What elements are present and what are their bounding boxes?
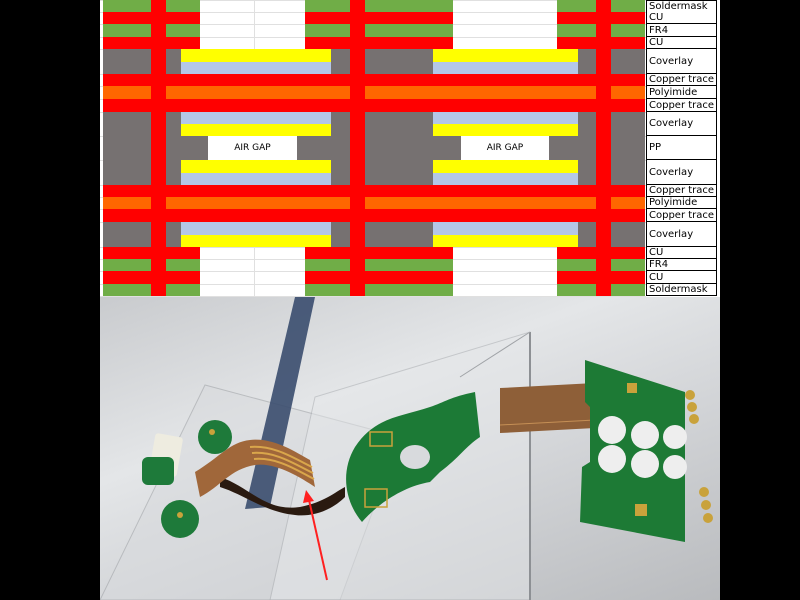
gold-via-pad [687, 402, 697, 412]
layer-label: PP [646, 136, 717, 160]
gold-pad [209, 429, 215, 435]
coverlay-adhesive [433, 49, 578, 62]
gold-via-pad [701, 500, 711, 510]
gold-via-pad [689, 414, 699, 424]
layer-label: Copper trace [646, 185, 717, 197]
coverlay-adhesive [181, 49, 331, 62]
pcb-round-bottom [161, 500, 199, 538]
coverlay-adhesive [181, 124, 331, 136]
layer-label: FR4 [646, 24, 717, 37]
ic-pad [635, 504, 647, 516]
capacitor-footprint [663, 455, 687, 479]
capacitor-footprint [598, 416, 626, 444]
layer-fr4 [305, 259, 453, 271]
coverlay-film [181, 173, 331, 185]
layer-soldermask [305, 0, 453, 12]
plated-via [151, 0, 166, 296]
layer-label: Coverlay [646, 160, 717, 185]
ic-pad [627, 383, 637, 393]
layer-label: Polyimide [646, 197, 717, 209]
layer-polyimide [103, 86, 645, 99]
layer-label: Polyimide [646, 86, 717, 99]
layer-cu [305, 271, 453, 284]
rigid-flex-pcb-photo [100, 297, 720, 600]
plated-via [350, 0, 365, 296]
layer-label: CU [646, 37, 717, 49]
coverlay-film [433, 173, 578, 185]
capacitor-footprint [663, 425, 687, 449]
gold-pad [177, 512, 183, 518]
plated-via [596, 0, 611, 296]
photo-illustration [100, 297, 713, 600]
layer-soldermask [305, 284, 453, 296]
coverlay-adhesive [433, 160, 578, 173]
layer-label: Copper trace [646, 99, 717, 112]
layer-label: Copper trace [646, 209, 717, 222]
layer-rigid-prepreg [305, 136, 453, 160]
layer-copper-trace [103, 99, 645, 112]
layer-label: Coverlay [646, 112, 717, 136]
gold-via-pad [703, 513, 713, 523]
pcb-central-hole [400, 445, 430, 469]
layer-copper-trace [103, 185, 645, 197]
layer-label: Coverlay [646, 49, 717, 74]
capacitor-footprint [631, 421, 659, 449]
gold-via-pad [699, 487, 709, 497]
coverlay-film [433, 112, 578, 124]
air-gap: AIR GAP [208, 136, 297, 160]
layer-fr4 [305, 24, 453, 37]
layer-label: Copper trace [646, 74, 717, 86]
coverlay-film [433, 62, 578, 74]
coverlay-adhesive [181, 160, 331, 173]
gold-via-pad [685, 390, 695, 400]
coverlay-film [181, 112, 331, 124]
coverlay-film [181, 222, 331, 235]
air-gap: AIR GAP [461, 136, 549, 160]
stackup-diagram: AIR GAP AIR GAP [100, 0, 720, 297]
layer-label: Soldermask [646, 284, 717, 296]
layer-cu [305, 247, 453, 259]
layer-label: CU [646, 247, 717, 259]
layer-label: Coverlay [646, 222, 717, 247]
coverlay-film [181, 62, 331, 74]
coverlay-adhesive [433, 124, 578, 136]
coverlay-adhesive [181, 235, 331, 247]
capacitor-footprint [631, 450, 659, 478]
layer-label: CU [646, 271, 717, 284]
capacitor-footprint [598, 445, 626, 473]
pcb-round-top [198, 420, 232, 454]
pcb-small-green [142, 457, 174, 485]
coverlay-adhesive [433, 235, 578, 247]
layer-polyimide [103, 197, 645, 209]
layer-cu [305, 37, 453, 49]
layer-copper-trace [103, 74, 645, 86]
layer-label: CU [646, 12, 717, 24]
flex-cable-right [500, 383, 595, 434]
coverlay-film [433, 222, 578, 235]
layer-copper-trace [103, 209, 645, 222]
layer-labels-column: Soldermask CU FR4 CU Coverlay Copper trace Pol… [646, 0, 718, 297]
layer-cu [305, 12, 453, 24]
layer-label: FR4 [646, 259, 717, 271]
